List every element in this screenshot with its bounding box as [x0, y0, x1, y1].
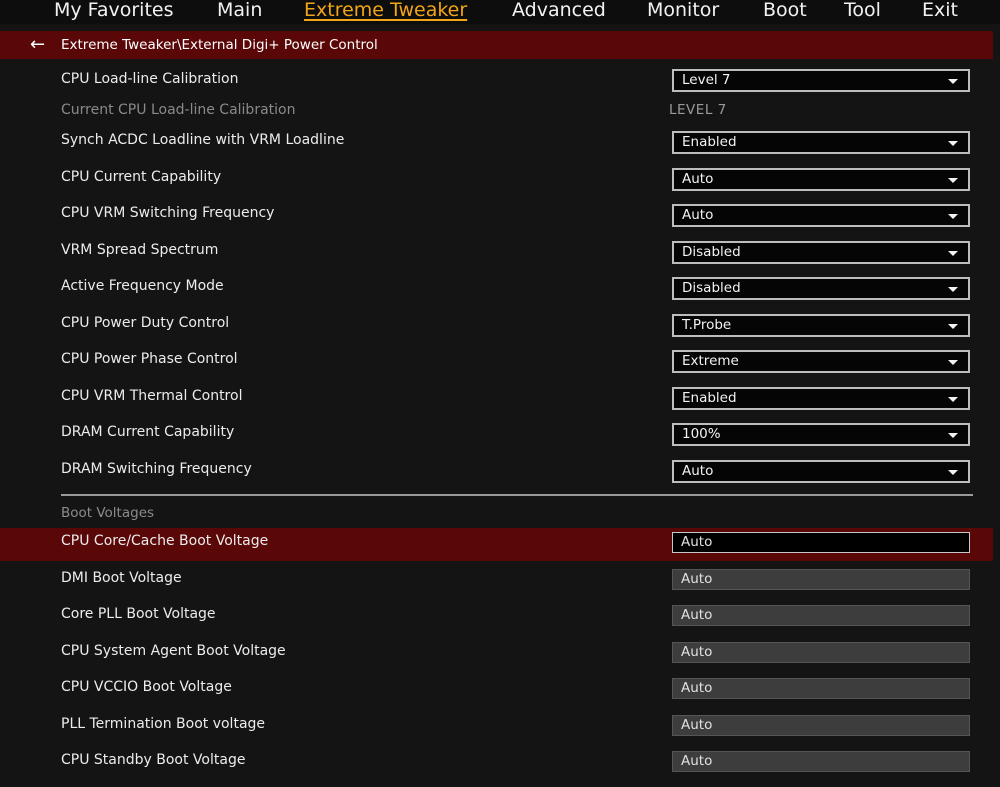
cpu-current-capability-dropdown[interactable]: Auto: [672, 168, 970, 191]
input-value: Auto: [681, 753, 713, 769]
dropdown-value: Auto: [682, 171, 714, 187]
setting-label: CPU System Agent Boot Voltage: [61, 643, 286, 659]
chevron-down-icon: [948, 324, 958, 329]
tab-tool[interactable]: Tool: [844, 0, 881, 23]
dropdown-value: T.Probe: [682, 317, 732, 333]
cpu-power-phase-control-dropdown[interactable]: Extreme: [672, 350, 970, 373]
setting-row-cpu-core-cache-boot-voltage[interactable]: CPU Core/Cache Boot Voltage Auto: [0, 528, 993, 561]
cpu-load-line-calibration-dropdown[interactable]: Level 7: [672, 69, 970, 92]
chevron-down-icon: [948, 141, 958, 146]
input-value: Auto: [681, 644, 713, 660]
setting-row-core-pll-boot-voltage: Core PLL Boot Voltage Auto: [0, 601, 993, 634]
dropdown-value: Level 7: [682, 72, 731, 88]
setting-label: DRAM Switching Frequency: [61, 461, 252, 477]
breadcrumb: ← Extreme Tweaker\External Digi+ Power C…: [0, 31, 993, 59]
chevron-down-icon: [948, 214, 958, 219]
dropdown-value: Disabled: [682, 280, 741, 296]
cpu-core-cache-boot-voltage-input[interactable]: Auto: [672, 532, 970, 553]
setting-label: CPU VCCIO Boot Voltage: [61, 679, 232, 695]
cpu-vrm-switching-frequency-dropdown[interactable]: Auto: [672, 204, 970, 227]
setting-row-cpu-system-agent-boot-voltage: CPU System Agent Boot Voltage Auto: [0, 638, 993, 671]
dropdown-value: Enabled: [682, 134, 737, 150]
cpu-vccio-boot-voltage-input[interactable]: Auto: [672, 678, 970, 699]
chevron-down-icon: [948, 287, 958, 292]
setting-label: Current CPU Load-line Calibration: [61, 102, 296, 118]
setting-row-cpu-current-capability: CPU Current Capability Auto: [0, 163, 993, 196]
cpu-power-duty-control-dropdown[interactable]: T.Probe: [672, 314, 970, 337]
top-nav-bar: My Favorites Main Extreme Tweaker Advanc…: [0, 0, 1000, 24]
dropdown-value: Auto: [682, 207, 714, 223]
setting-row-cpu-standby-boot-voltage: CPU Standby Boot Voltage Auto: [0, 747, 993, 780]
setting-label: CPU VRM Switching Frequency: [61, 205, 275, 221]
setting-row-active-frequency-mode: Active Frequency Mode Disabled: [0, 272, 993, 305]
cpu-system-agent-boot-voltage-input[interactable]: Auto: [672, 642, 970, 663]
chevron-down-icon: [948, 360, 958, 365]
dropdown-value: Auto: [682, 463, 714, 479]
tab-exit[interactable]: Exit: [922, 0, 958, 23]
setting-label: DMI Boot Voltage: [61, 570, 182, 586]
tab-monitor[interactable]: Monitor: [647, 0, 719, 23]
setting-label: Core PLL Boot Voltage: [61, 606, 216, 622]
chevron-down-icon: [948, 397, 958, 402]
tab-advanced[interactable]: Advanced: [512, 0, 606, 23]
tab-my-favorites[interactable]: My Favorites: [54, 0, 174, 23]
setting-row-synch-acdc-loadline: Synch ACDC Loadline with VRM Loadline En…: [0, 126, 993, 159]
back-arrow-icon[interactable]: ←: [30, 34, 45, 56]
input-value: Auto: [681, 680, 713, 696]
setting-label: PLL Termination Boot voltage: [61, 716, 266, 732]
setting-row-cpu-vrm-switching-frequency: CPU VRM Switching Frequency Auto: [0, 199, 993, 232]
setting-label: CPU Standby Boot Voltage: [61, 752, 246, 768]
setting-label: CPU Load-line Calibration: [61, 71, 239, 87]
input-value: Auto: [681, 607, 713, 623]
setting-row-cpu-load-line-calibration: CPU Load-line Calibration Level 7: [0, 65, 993, 98]
input-value: Auto: [681, 571, 713, 587]
setting-row-dram-current-capability: DRAM Current Capability 100%: [0, 418, 993, 451]
core-pll-boot-voltage-input[interactable]: Auto: [672, 605, 970, 626]
cpu-standby-boot-voltage-input[interactable]: Auto: [672, 751, 970, 772]
dmi-boot-voltage-input[interactable]: Auto: [672, 569, 970, 590]
active-frequency-mode-dropdown[interactable]: Disabled: [672, 277, 970, 300]
dropdown-value: Extreme: [682, 353, 739, 369]
pll-termination-boot-voltage-input[interactable]: Auto: [672, 715, 970, 736]
setting-row-cpu-power-phase-control: CPU Power Phase Control Extreme: [0, 345, 993, 378]
dram-current-capability-dropdown[interactable]: 100%: [672, 423, 970, 446]
setting-row-cpu-vrm-thermal-control: CPU VRM Thermal Control Enabled: [0, 382, 993, 415]
setting-row-cpu-power-duty-control: CPU Power Duty Control T.Probe: [0, 309, 993, 342]
setting-row-dmi-boot-voltage: DMI Boot Voltage Auto: [0, 565, 993, 598]
cpu-vrm-thermal-control-dropdown[interactable]: Enabled: [672, 387, 970, 410]
setting-label: CPU Core/Cache Boot Voltage: [61, 533, 269, 549]
setting-label: Active Frequency Mode: [61, 278, 224, 294]
breadcrumb-path: Extreme Tweaker\External Digi+ Power Con…: [61, 37, 378, 53]
setting-label: DRAM Current Capability: [61, 424, 235, 440]
dropdown-value: Enabled: [682, 390, 737, 406]
tab-boot[interactable]: Boot: [763, 0, 807, 23]
tab-main[interactable]: Main: [217, 0, 262, 23]
dropdown-value: Disabled: [682, 244, 741, 260]
setting-label: CPU Power Phase Control: [61, 351, 238, 367]
dram-switching-frequency-dropdown[interactable]: Auto: [672, 460, 970, 483]
input-value: Auto: [681, 534, 713, 550]
synch-acdc-loadline-dropdown[interactable]: Enabled: [672, 131, 970, 154]
input-value: Auto: [681, 717, 713, 733]
setting-row-vrm-spread-spectrum: VRM Spread Spectrum Disabled: [0, 236, 993, 269]
setting-label: CPU VRM Thermal Control: [61, 388, 243, 404]
setting-label: CPU Power Duty Control: [61, 315, 230, 331]
tab-extreme-tweaker[interactable]: Extreme Tweaker: [304, 0, 467, 23]
setting-label: Synch ACDC Loadline with VRM Loadline: [61, 132, 345, 148]
chevron-down-icon: [948, 79, 958, 84]
chevron-down-icon: [948, 433, 958, 438]
setting-label: VRM Spread Spectrum: [61, 242, 219, 258]
setting-row-cpu-vccio-boot-voltage: CPU VCCIO Boot Voltage Auto: [0, 674, 993, 707]
section-divider: [61, 494, 973, 496]
setting-row-pll-termination-boot-voltage: PLL Termination Boot voltage Auto: [0, 711, 993, 744]
info-value: LEVEL 7: [669, 102, 727, 118]
dropdown-value: 100%: [682, 426, 721, 442]
setting-label: CPU Current Capability: [61, 169, 222, 185]
setting-row-dram-switching-frequency: DRAM Switching Frequency Auto: [0, 455, 993, 488]
chevron-down-icon: [948, 251, 958, 256]
vrm-spread-spectrum-dropdown[interactable]: Disabled: [672, 241, 970, 264]
chevron-down-icon: [948, 470, 958, 475]
boot-voltages-header: Boot Voltages: [61, 505, 155, 521]
chevron-down-icon: [948, 178, 958, 183]
